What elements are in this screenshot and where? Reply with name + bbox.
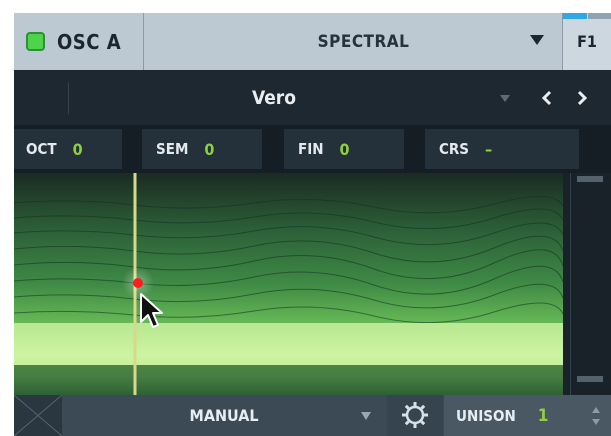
wavetable-name: SPECTRAL xyxy=(317,31,410,52)
octave-value: 0 xyxy=(72,139,83,159)
oscillator-footer: MANUAL UNISON 1 xyxy=(14,395,611,436)
prev-preset-button[interactable] xyxy=(535,83,559,113)
spectral-visualization xyxy=(14,173,563,395)
oscillator-name: OSC A xyxy=(57,29,122,54)
scroll-track xyxy=(570,173,571,395)
semitone-value: 0 xyxy=(204,139,215,159)
scroll-handle-top[interactable] xyxy=(577,176,603,182)
coarse-value: – xyxy=(485,139,493,159)
frame-marker-dot[interactable] xyxy=(133,278,143,288)
semitone-control[interactable]: SEM 0 xyxy=(142,129,262,169)
unison-control[interactable]: UNISON 1 xyxy=(444,395,611,436)
scroll-handle-bottom[interactable] xyxy=(577,376,603,382)
oscillator-header: OSC A SPECTRAL F1 xyxy=(14,13,611,70)
filter-indicator-lamp xyxy=(563,13,587,19)
semitone-label: SEM xyxy=(156,140,189,158)
settings-button[interactable] xyxy=(387,395,443,436)
dropdown-arrow-icon xyxy=(361,412,371,420)
mouse-cursor-icon xyxy=(140,293,163,328)
preset-row: Vero xyxy=(14,70,611,125)
wavetable-select[interactable]: SPECTRAL xyxy=(145,13,562,70)
filter-route-button[interactable]: F1 xyxy=(562,13,611,70)
dropdown-arrow-icon xyxy=(530,35,544,45)
pitch-controls-row: OCT 0 SEM 0 FIN 0 CRS – xyxy=(14,125,611,173)
fine-label: FIN xyxy=(298,140,324,158)
resize-corner[interactable] xyxy=(14,395,62,436)
preset-dropdown-icon[interactable] xyxy=(500,95,510,102)
coarse-label: CRS xyxy=(439,140,470,158)
coarse-control[interactable]: CRS – xyxy=(425,129,579,169)
octave-control[interactable]: OCT 0 xyxy=(14,129,122,169)
next-preset-button[interactable] xyxy=(570,83,594,113)
preset-selector[interactable]: Vero xyxy=(14,70,534,125)
preset-name: Vero xyxy=(252,86,296,109)
up-down-arrows-icon[interactable] xyxy=(591,404,601,428)
octave-label: OCT xyxy=(26,140,57,158)
fine-control[interactable]: FIN 0 xyxy=(284,129,404,169)
gear-icon xyxy=(402,402,428,428)
warp-mode-select[interactable]: MANUAL xyxy=(63,395,385,436)
frame-scrollbar[interactable] xyxy=(563,173,611,395)
unison-label: UNISON xyxy=(456,406,516,425)
warp-mode-value: MANUAL xyxy=(189,406,259,425)
oscillator-panel: OSC A SPECTRAL F1 Vero OCT 0 SEM 0 FIN 0… xyxy=(14,13,611,436)
chevron-left-icon xyxy=(541,90,552,106)
cross-pattern-icon xyxy=(14,395,62,436)
oscillator-title-area: OSC A xyxy=(14,13,144,70)
chevron-right-icon xyxy=(577,90,588,106)
unison-value: 1 xyxy=(537,405,549,426)
wavetable-display[interactable] xyxy=(14,173,563,395)
oscillator-enable-toggle[interactable] xyxy=(26,32,45,51)
filter-indicator-lamp-off xyxy=(588,13,611,19)
filter-route-label: F1 xyxy=(577,32,597,51)
fine-value: 0 xyxy=(339,139,350,159)
